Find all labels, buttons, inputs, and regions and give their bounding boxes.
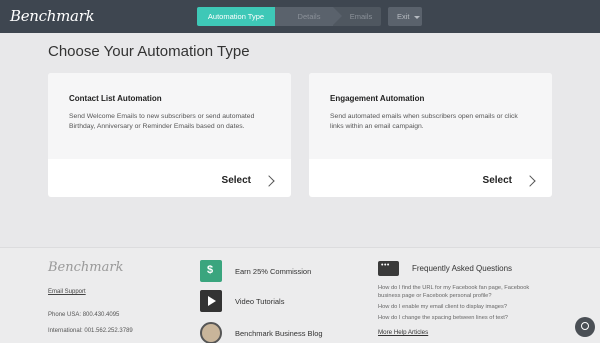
card-title: Contact List Automation: [69, 94, 162, 103]
faq-title: Frequently Asked Questions: [412, 264, 513, 273]
step-automation-type[interactable]: Automation Type: [197, 7, 284, 26]
contact-list-automation-card[interactable]: Contact List Automation Send Welcome Ema…: [48, 73, 291, 197]
select-label: Select: [221, 175, 251, 186]
footer: Benchmark Email Support Phone USA: 800.4…: [0, 247, 600, 343]
step-navigation: Automation Type Details Emails: [197, 7, 381, 26]
video-tutorials-link[interactable]: Video Tutorials: [200, 290, 284, 312]
card-content: Engagement Automation Send automated ema…: [309, 73, 552, 159]
select-contact-list-button[interactable]: Select: [221, 174, 275, 187]
business-blog-link[interactable]: Benchmark Business Blog: [200, 322, 323, 343]
faq-question-link[interactable]: How do I change the spacing between line…: [378, 314, 548, 322]
email-support-link[interactable]: Email Support: [48, 289, 86, 295]
video-icon: [200, 290, 222, 312]
page-title: Choose Your Automation Type: [48, 43, 250, 60]
phone-usa: Phone USA: 800.430.4095: [48, 312, 120, 318]
top-bar: Benchmark Automation Type Details Emails…: [0, 0, 600, 33]
footer-logo: Benchmark: [48, 260, 124, 275]
exit-button[interactable]: Exit: [388, 7, 422, 26]
faq-question-link[interactable]: How do I find the URL for my Facebook fa…: [378, 284, 548, 300]
exit-label: Exit: [397, 12, 410, 21]
chat-bubble-icon: [378, 261, 399, 276]
phone-international: International: 001.562.252.3789: [48, 328, 133, 334]
chevron-right-icon: [524, 174, 536, 187]
card-description: Send Welcome Emails to new subscribers o…: [69, 113, 255, 130]
select-label: Select: [482, 175, 512, 186]
earn-commission-link[interactable]: Earn 25% Commission: [200, 260, 311, 282]
engagement-automation-card[interactable]: Engagement Automation Send automated ema…: [309, 73, 552, 197]
chevron-right-icon: [263, 174, 275, 187]
card-title: Engagement Automation: [330, 94, 425, 103]
money-icon: [200, 260, 222, 282]
link-label: Earn 25% Commission: [235, 266, 312, 276]
card-description: Send automated emails when subscribers o…: [330, 113, 518, 130]
select-engagement-button[interactable]: Select: [482, 174, 536, 187]
blog-avatar-icon: [200, 322, 222, 343]
help-chat-button[interactable]: [575, 317, 595, 337]
chevron-down-icon: [413, 15, 420, 19]
faq-question-link[interactable]: How do I enable my email client to displ…: [378, 303, 548, 311]
link-label: Video Tutorials: [235, 296, 285, 306]
more-help-articles-link[interactable]: More Help Articles: [378, 329, 428, 336]
step-details[interactable]: Details: [275, 7, 342, 26]
card-content: Contact List Automation Send Welcome Ema…: [48, 73, 291, 159]
benchmark-logo[interactable]: Benchmark: [10, 7, 95, 25]
link-label: Benchmark Business Blog: [235, 328, 323, 338]
